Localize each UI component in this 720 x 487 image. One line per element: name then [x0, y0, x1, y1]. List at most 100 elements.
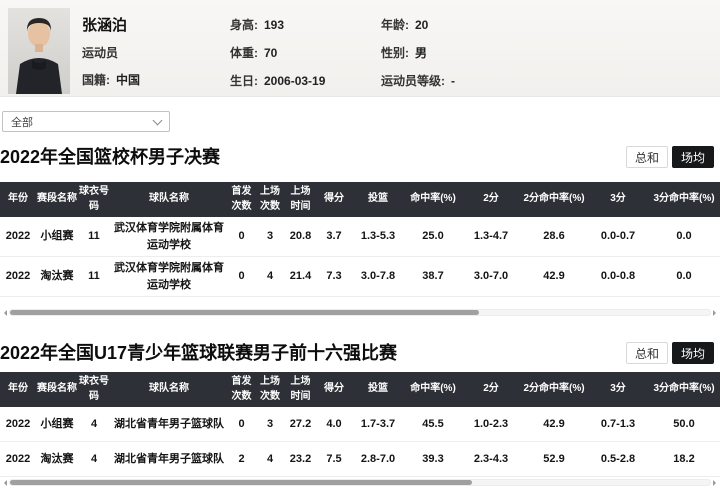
horizontal-scrollbar[interactable] — [1, 308, 719, 317]
scrollbar-thumb[interactable] — [10, 480, 472, 485]
athlete-grade-field: 运动员等级: - — [381, 72, 532, 89]
table-cell: 42.9 — [520, 256, 588, 297]
column-header: 2分 — [462, 372, 520, 407]
table-cell: 28.6 — [520, 217, 588, 257]
table-cell: 1.3-5.3 — [352, 217, 404, 257]
scroll-left-arrow-icon[interactable] — [1, 479, 7, 486]
table-cell: 45.5 — [404, 407, 462, 442]
gender-value: 男 — [415, 46, 428, 60]
table-cell: 1.3-4.7 — [462, 217, 520, 257]
table-cell: 11 — [78, 217, 110, 257]
section-title: 2022年全国篮校杯男子决赛 — [0, 147, 221, 167]
column-header: 上场时间 — [285, 182, 316, 217]
table-cell: 23.2 — [285, 441, 316, 477]
table-cell: 4 — [255, 441, 285, 477]
table-row: 2022 淘汰赛 11 武汉体育学院附属体育运动学校 0 4 21.4 7.3 3.0-7.8 3… — [0, 256, 720, 297]
table-cell: 1.7-3.7 — [352, 407, 404, 442]
age-label: 年龄: — [381, 18, 409, 32]
column-header: 命中率(%) — [404, 372, 462, 407]
table-cell: 38.7 — [404, 256, 462, 297]
table-cell: 7.3 — [316, 256, 352, 297]
athlete-grade-value: - — [451, 74, 455, 88]
table-cell: 52.9 — [520, 441, 588, 477]
column-header: 得分 — [316, 372, 352, 407]
table-cell: 3 — [255, 217, 285, 257]
avg-toggle-button[interactable]: 场均 — [671, 342, 714, 364]
table-cell: 0.5-2.8 — [588, 441, 648, 477]
table-cell: 2 — [228, 441, 255, 477]
nationality-field: 国籍: 中国 — [82, 71, 230, 88]
athlete-grade-label: 运动员等级: — [381, 74, 445, 88]
section-title: 2022年全国U17青少年篮球联赛男子前十六强比赛 — [0, 343, 398, 363]
stat-mode-toggle: 总和 场均 — [625, 342, 714, 364]
stat-mode-toggle: 总和 场均 — [625, 146, 714, 168]
sum-toggle-button[interactable]: 总和 — [625, 146, 668, 168]
column-header: 年份 — [0, 182, 36, 217]
table-cell: 0.0-0.8 — [588, 256, 648, 297]
competition-filter-select[interactable]: 全部 — [2, 111, 170, 132]
table-cell: 2022 — [0, 407, 36, 442]
column-header: 首发次数 — [228, 372, 255, 407]
table-cell: 18.2 — [648, 441, 720, 477]
weight-field: 体重: 70 — [230, 44, 381, 61]
gender-label: 性别: — [381, 46, 409, 60]
table-cell: 3.0-7.0 — [462, 256, 520, 297]
column-header: 得分 — [316, 182, 352, 217]
scrollbar-track[interactable] — [9, 479, 711, 486]
column-header: 命中率(%) — [404, 182, 462, 217]
table-cell: 小组赛 — [36, 407, 78, 442]
horizontal-scrollbar[interactable] — [1, 478, 719, 487]
avg-toggle-button[interactable]: 场均 — [671, 146, 714, 168]
table-cell: 1.0-2.3 — [462, 407, 520, 442]
birthday-label: 生日: — [230, 74, 258, 88]
table-cell: 湖北省青年男子篮球队 — [110, 441, 228, 477]
table-cell: 2022 — [0, 217, 36, 257]
table-cell: 11 — [78, 256, 110, 297]
table-cell: 4 — [78, 407, 110, 442]
column-header: 上场次数 — [255, 372, 285, 407]
table-cell: 武汉体育学院附属体育运动学校 — [110, 217, 228, 257]
scrollbar-track[interactable] — [9, 309, 711, 316]
weight-label: 体重: — [230, 46, 258, 60]
athlete-role: 运动员 — [82, 46, 119, 60]
table-header-row: 年份 赛段名称 球衣号码 球队名称 首发次数 上场次数 上场时间 得分 投篮 命中率(%) 2分 2分… — [0, 372, 720, 407]
scroll-left-arrow-icon[interactable] — [1, 309, 7, 316]
column-header: 2分命中率(%) — [520, 182, 588, 217]
column-header: 球衣号码 — [78, 182, 110, 217]
table-cell: 淘汰赛 — [36, 441, 78, 477]
table-row: 2022 小组赛 11 武汉体育学院附属体育运动学校 0 3 20.8 3.7 1.3-5.3 2… — [0, 217, 720, 257]
column-header: 投篮 — [352, 372, 404, 407]
table-cell: 27.2 — [285, 407, 316, 442]
birthday-field: 生日: 2006-03-19 — [230, 72, 381, 89]
stats-table: 年份 赛段名称 球衣号码 球队名称 首发次数 上场次数 上场时间 得分 投篮 命中率(%) 2分 2分… — [0, 372, 720, 477]
column-header: 3分 — [588, 372, 648, 407]
column-header: 上场次数 — [255, 182, 285, 217]
scroll-right-arrow-icon[interactable] — [713, 309, 719, 316]
scrollbar-thumb[interactable] — [10, 310, 479, 315]
column-header: 赛段名称 — [36, 372, 78, 407]
table-cell: 21.4 — [285, 256, 316, 297]
table-cell: 7.5 — [316, 441, 352, 477]
table-row: 2022 小组赛 4 湖北省青年男子篮球队 0 3 27.2 4.0 1.7-3.7 45.5 1.… — [0, 407, 720, 442]
height-field: 身高: 193 — [230, 16, 381, 33]
scroll-right-arrow-icon[interactable] — [713, 479, 719, 486]
table-cell: 2.3-4.3 — [462, 441, 520, 477]
column-header: 球队名称 — [110, 372, 228, 407]
table-cell: 淘汰赛 — [36, 256, 78, 297]
sum-toggle-button[interactable]: 总和 — [625, 342, 668, 364]
nationality-label: 国籍: — [82, 73, 110, 87]
height-label: 身高: — [230, 18, 258, 32]
stats-table: 年份 赛段名称 球衣号码 球队名称 首发次数 上场次数 上场时间 得分 投篮 命中率(%) 2分 2分… — [0, 182, 720, 297]
column-header: 球队名称 — [110, 182, 228, 217]
table-cell: 3 — [255, 407, 285, 442]
tournament-section: 2022年全国篮校杯男子决赛 总和 场均 年份 赛段名称 球衣号码 球队名称 首发次数上… — [0, 145, 720, 317]
age-field: 年龄: 20 — [381, 16, 532, 33]
column-header: 上场时间 — [285, 372, 316, 407]
column-header: 球衣号码 — [78, 372, 110, 407]
table-cell: 50.0 — [648, 407, 720, 442]
column-header: 年份 — [0, 372, 36, 407]
table-cell: 0 — [228, 256, 255, 297]
table-cell: 3.0-7.8 — [352, 256, 404, 297]
table-cell: 0.0 — [648, 217, 720, 257]
table-cell: 25.0 — [404, 217, 462, 257]
